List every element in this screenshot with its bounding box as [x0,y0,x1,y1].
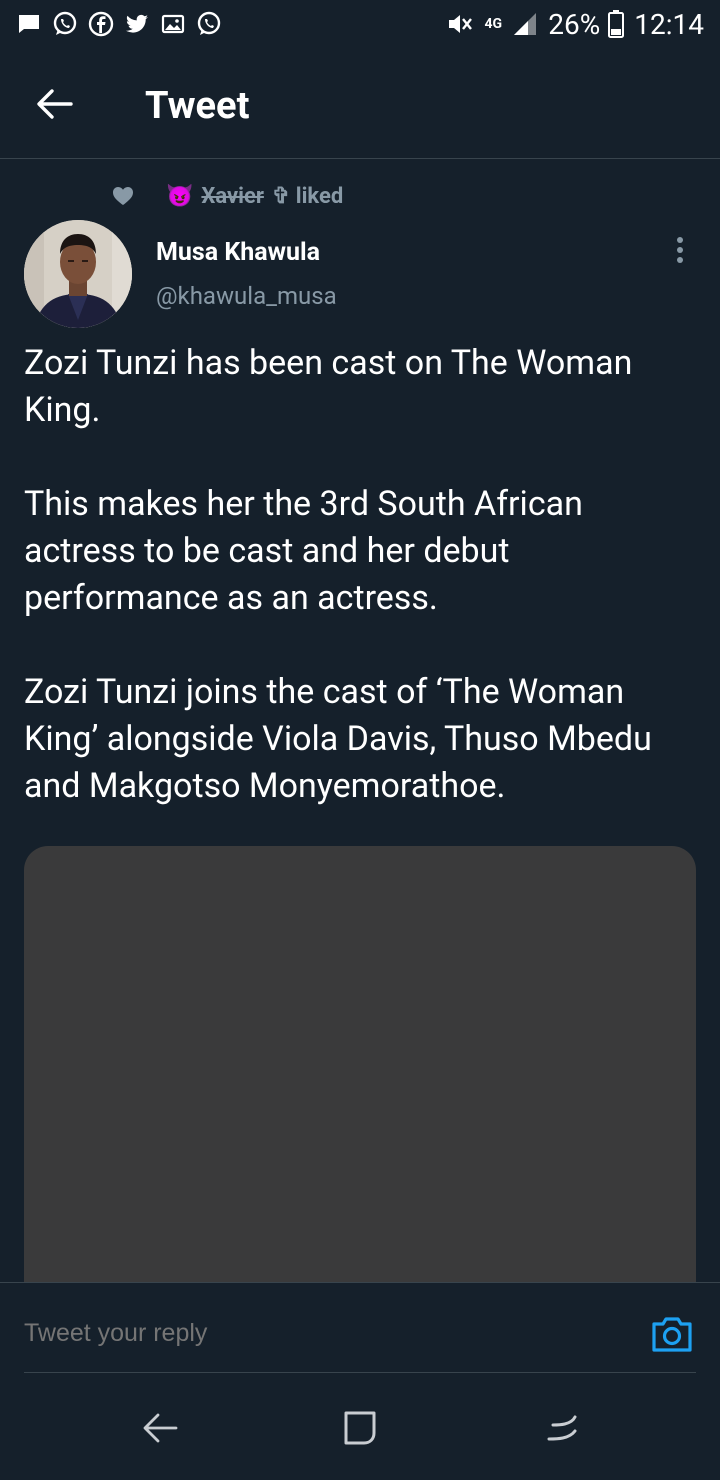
recents-icon [543,1409,581,1451]
twitter-icon [124,11,150,37]
notification-icons [16,8,222,40]
facebook-icon [88,11,114,37]
author-handle[interactable]: @khawula_musa [156,282,337,310]
heart-icon [112,186,134,206]
tweet-paragraph: This makes her the 3rd South African act… [24,484,583,618]
liked-label: ✞ liked [271,183,344,209]
nav-home-button[interactable] [338,1408,382,1452]
clock: 12:14 [634,7,704,41]
gallery-icon [160,11,186,37]
tweet-media[interactable] [24,846,696,1316]
nav-back-button[interactable] [138,1408,182,1452]
more-options-button[interactable] [664,232,696,272]
mute-icon [444,9,474,39]
liker-name[interactable]: Xavier [201,184,263,209]
tweet-paragraph: Zozi Tunzi joins the cast of ‘The Woman … [24,672,652,806]
back-icon [142,1410,178,1450]
author-name[interactable]: Musa Khawula [156,238,320,267]
header-divider [0,158,720,159]
home-square-icon [341,1409,379,1451]
camera-button[interactable] [648,1313,696,1359]
avatar[interactable] [24,220,132,328]
status-bar: 4G 26% 12:14 [0,0,720,48]
top-app-bar: Tweet [0,58,720,158]
network-type: 4G [484,16,503,32]
system-nav-bar [0,1374,720,1480]
page-title: Tweet [145,84,250,128]
tweet-detail-screen: 4G 26% 12:14 Tweet 😈 Xavier ✞ liked Musa… [0,0,720,1480]
tweet-paragraph: Zozi Tunzi has been cast on The Woman Ki… [24,343,633,430]
back-button[interactable] [22,78,86,134]
signal-icon [512,10,540,38]
tweet-text: Zozi Tunzi has been cast on The Woman Ki… [24,340,696,810]
whatsapp-icon [196,11,222,37]
camera-icon [650,1314,694,1358]
reply-divider [24,1372,696,1373]
battery-percent: 26% [548,7,601,41]
system-status: 4G 26% 12:14 [444,7,704,41]
arrow-left-icon [35,87,73,125]
message-icon [16,11,42,37]
social-context[interactable]: 😈 Xavier ✞ liked [110,182,343,210]
devil-emoji: 😈 [166,183,194,209]
more-vertical-icon [676,236,684,268]
whatsapp-icon [52,11,78,37]
nav-recents-button[interactable] [540,1408,584,1452]
battery-icon [608,9,626,39]
reply-input[interactable] [24,1319,584,1348]
